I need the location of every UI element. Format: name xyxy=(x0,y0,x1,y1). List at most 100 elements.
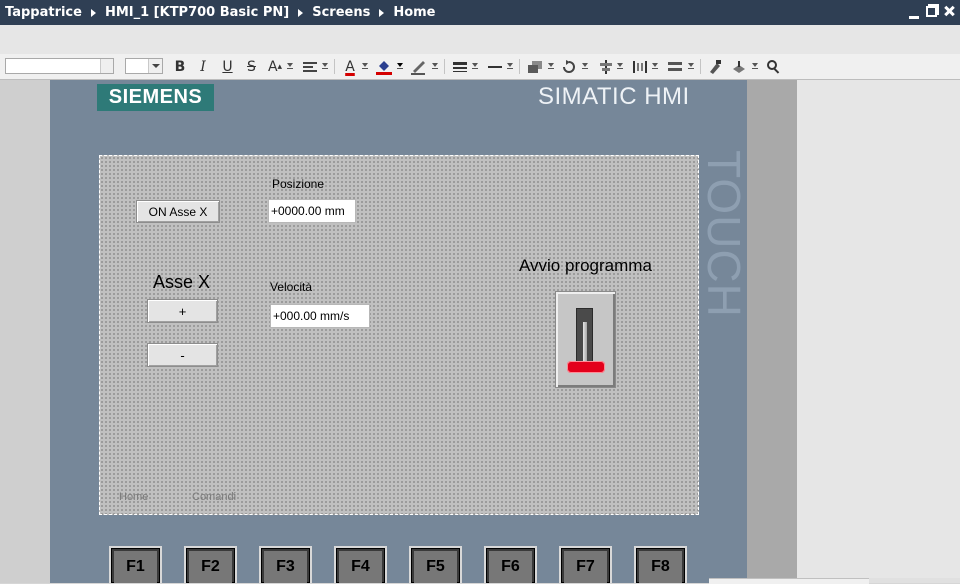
function-key-label: F1 xyxy=(114,551,157,583)
horizontal-scrollbar[interactable] xyxy=(709,578,869,584)
toolbar-separator xyxy=(519,59,520,74)
position-label: Posizione xyxy=(272,177,325,191)
line-width-button[interactable] xyxy=(451,57,469,76)
breadcrumb-screens[interactable]: Screens xyxy=(312,5,370,20)
function-key-label: F8 xyxy=(639,551,682,583)
breadcrumb-project[interactable]: Tappatrice xyxy=(5,5,82,20)
layer-button[interactable] xyxy=(730,57,748,76)
chevron-down-icon[interactable] xyxy=(472,63,478,69)
distribute-icon xyxy=(633,60,647,73)
line-color-button[interactable] xyxy=(410,57,428,76)
function-key-label: F4 xyxy=(339,551,382,583)
toolbar-separator xyxy=(334,59,335,74)
font-name-select[interactable] xyxy=(5,58,114,74)
start-program-label: Avvio programma xyxy=(519,256,652,275)
jog-minus-button[interactable]: - xyxy=(147,343,218,367)
pen-icon xyxy=(411,60,425,75)
bold-button[interactable]: B xyxy=(173,57,187,76)
chevron-down-icon[interactable] xyxy=(688,63,694,69)
window-controls xyxy=(909,6,954,19)
format-toolbar: B I U S A ▴ A xyxy=(0,54,960,80)
start-program-switch[interactable] xyxy=(555,291,616,388)
bring-to-front-icon xyxy=(528,60,542,73)
function-key-label: F2 xyxy=(189,551,232,583)
distribute-button[interactable] xyxy=(631,57,649,76)
format-painter-button[interactable] xyxy=(706,57,724,76)
fill-color-button[interactable] xyxy=(375,57,393,76)
simatic-hmi-label: SIMATIC HMI xyxy=(538,83,690,110)
strikethrough-button[interactable]: S xyxy=(245,57,258,76)
function-key-f1[interactable]: F1 xyxy=(109,546,162,583)
function-key-label: F6 xyxy=(489,551,532,583)
hmi-screen[interactable]: ON Asse X Posizione +0000.00 mm Asse X +… xyxy=(99,155,699,515)
breadcrumb-device[interactable]: HMI_1 [KTP700 Basic PN] xyxy=(105,5,289,20)
breadcrumb: Tappatrice HMI_1 [KTP700 Basic PN] Scree… xyxy=(5,0,436,25)
align-left-icon xyxy=(303,61,317,72)
chevron-down-icon[interactable] xyxy=(752,63,758,69)
grow-font-label: A xyxy=(267,58,278,75)
restore-icon[interactable] xyxy=(926,6,937,17)
same-size-button[interactable] xyxy=(666,57,684,76)
function-key-f3[interactable]: F3 xyxy=(259,546,312,583)
function-key-f8[interactable]: F8 xyxy=(634,546,687,583)
chevron-down-icon[interactable] xyxy=(548,63,554,69)
underline-button[interactable]: U xyxy=(221,57,234,76)
breadcrumb-arrow-icon xyxy=(90,8,96,17)
chevron-down-icon[interactable] xyxy=(322,63,328,69)
speed-output-field[interactable]: +000.00 mm/s xyxy=(270,304,370,328)
minimize-icon[interactable] xyxy=(909,12,919,19)
canvas-background xyxy=(797,80,960,583)
function-key-f7[interactable]: F7 xyxy=(559,546,612,583)
chevron-down-icon[interactable] xyxy=(397,63,403,69)
text-align-button[interactable] xyxy=(301,57,319,76)
chevron-down-icon[interactable] xyxy=(148,59,162,73)
canvas-margin-left xyxy=(0,80,50,583)
same-size-icon xyxy=(668,61,682,71)
close-icon[interactable] xyxy=(944,6,954,16)
editor-title-bar: Tappatrice HMI_1 [KTP700 Basic PN] Scree… xyxy=(0,0,960,25)
switch-knob[interactable] xyxy=(567,361,605,373)
toolbar-separator xyxy=(700,59,701,74)
grow-font-button[interactable]: A ▴ xyxy=(266,57,284,76)
rotate-icon xyxy=(563,59,575,73)
jog-plus-button[interactable]: + xyxy=(147,299,218,323)
function-key-f2[interactable]: F2 xyxy=(184,546,237,583)
arrange-button[interactable] xyxy=(526,57,544,76)
chevron-down-icon[interactable] xyxy=(287,63,293,69)
font-size-select[interactable] xyxy=(125,58,163,74)
line-style-button[interactable] xyxy=(486,57,504,76)
chevron-down-icon[interactable] xyxy=(617,63,623,69)
zoom-button[interactable] xyxy=(765,57,783,76)
function-key-f6[interactable]: F6 xyxy=(484,546,537,583)
magnifier-icon xyxy=(767,59,780,74)
italic-button[interactable]: I xyxy=(197,57,209,76)
function-key-label: F5 xyxy=(414,551,457,583)
function-key-label: F3 xyxy=(264,551,307,583)
breadcrumb-current-screen: Home xyxy=(393,5,436,20)
position-output-field[interactable]: +0000.00 mm xyxy=(268,199,356,223)
screen-tab-comandi[interactable]: Comandi xyxy=(192,491,236,503)
touch-label-text: TOUCH xyxy=(698,149,750,318)
on-axis-x-button[interactable]: ON Asse X xyxy=(136,200,220,223)
brush-icon xyxy=(710,59,721,74)
function-key-f5[interactable]: F5 xyxy=(409,546,462,583)
chevron-down-icon[interactable] xyxy=(432,63,438,69)
line-style-icon xyxy=(488,65,502,68)
canvas-margin-right xyxy=(747,80,797,583)
chevron-down-icon[interactable] xyxy=(362,63,368,69)
layer-icon xyxy=(733,60,745,73)
screen-tab-home[interactable]: Home xyxy=(119,491,148,503)
switch-lever xyxy=(583,322,587,366)
function-key-f4[interactable]: F4 xyxy=(334,546,387,583)
font-color-button[interactable]: A xyxy=(341,57,359,76)
siemens-logo: SIEMENS xyxy=(97,84,214,111)
breadcrumb-arrow-icon xyxy=(298,8,304,17)
axis-x-title: Asse X xyxy=(153,272,211,292)
function-key-label: F7 xyxy=(564,551,607,583)
align-button[interactable] xyxy=(597,57,615,76)
chevron-down-icon[interactable] xyxy=(507,63,513,69)
rotate-button[interactable] xyxy=(560,57,578,76)
chevron-down-icon[interactable] xyxy=(652,63,658,69)
font-list-icon[interactable] xyxy=(100,59,113,73)
chevron-down-icon[interactable] xyxy=(582,63,588,69)
